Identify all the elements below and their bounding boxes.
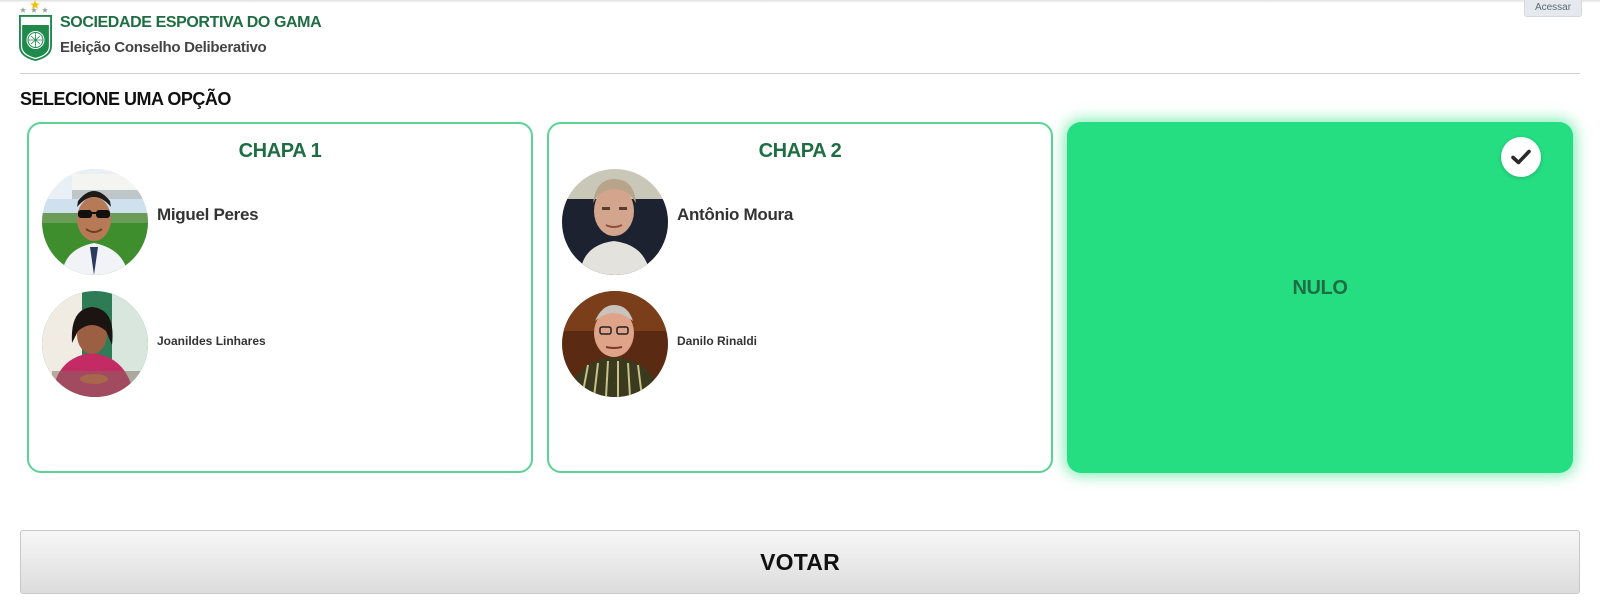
main-candidate: Miguel Peres — [42, 169, 259, 275]
header: SOCIEDADE ESPORTIVA DO GAMA Eleição Cons… — [18, 0, 322, 64]
vote-button[interactable]: VOTAR — [20, 530, 1580, 594]
login-button[interactable]: Acessar — [1524, 0, 1582, 17]
vice-candidate: Danilo Rinaldi — [562, 291, 757, 397]
selected-checkmark — [1501, 137, 1541, 177]
check-icon — [1511, 149, 1531, 165]
vice-candidate-name: Joanildes Linhares — [157, 334, 266, 348]
main-candidate-name: Antônio Moura — [677, 205, 794, 224]
election-subtitle: Eleição Conselho Deliberativo — [60, 39, 267, 56]
club-logo — [18, 0, 54, 62]
candidate-photo — [562, 169, 668, 275]
candidate-photo — [562, 291, 668, 397]
option-card-chapa-1[interactable]: CHAPA 1 Miguel Peres Joanildes Linhares — [27, 122, 533, 473]
organization-name: SOCIEDADE ESPORTIVA DO GAMA — [60, 14, 322, 31]
candidate-photo — [42, 169, 148, 275]
main-candidate: Antônio Moura — [562, 169, 793, 275]
section-title: SELECIONE UMA OPÇÃO — [20, 89, 231, 109]
option-card-nulo[interactable]: NULO — [1067, 122, 1573, 473]
vice-candidate: Joanildes Linhares — [42, 291, 266, 397]
option-card-chapa-2[interactable]: CHAPA 2 Antônio Moura Danilo Rinaldi — [547, 122, 1053, 473]
main-candidate-name: Miguel Peres — [157, 205, 259, 224]
candidate-photo — [42, 291, 148, 397]
vice-candidate-name: Danilo Rinaldi — [677, 334, 758, 348]
option-title: NULO — [1292, 277, 1348, 299]
option-title: CHAPA 1 — [238, 140, 322, 162]
option-title: CHAPA 2 — [758, 140, 842, 162]
header-divider — [20, 73, 1580, 74]
